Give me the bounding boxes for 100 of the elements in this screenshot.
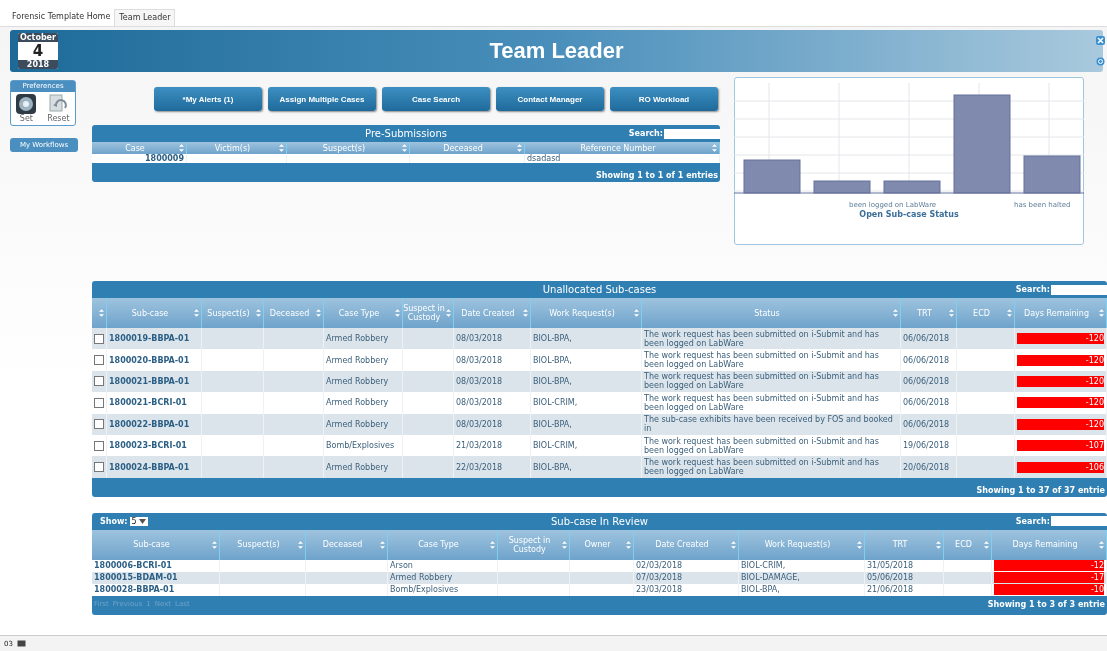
sub-case-link[interactable]: 1800024-BBPA-01 bbox=[107, 456, 202, 478]
column-header[interactable]: Work Request(s) bbox=[739, 529, 865, 560]
close-icon[interactable] bbox=[1096, 36, 1105, 45]
column-header[interactable]: Case Type bbox=[388, 529, 498, 560]
sort-icon[interactable] bbox=[1099, 540, 1104, 549]
calendar-month: October bbox=[18, 33, 58, 42]
sort-icon[interactable] bbox=[256, 309, 261, 317]
sort-icon[interactable] bbox=[316, 309, 321, 317]
row-checkbox[interactable] bbox=[94, 419, 104, 430]
column-header[interactable]: Date Created bbox=[634, 529, 739, 560]
sort-icon[interactable] bbox=[731, 540, 736, 549]
table-cell: 06/06/2018 bbox=[901, 392, 957, 414]
column-header[interactable]: TRT bbox=[865, 529, 944, 560]
page-size-select[interactable]: 5 bbox=[129, 516, 148, 526]
sort-icon[interactable] bbox=[517, 144, 522, 152]
chart-bar bbox=[813, 180, 871, 194]
sort-icon[interactable] bbox=[626, 540, 631, 549]
sort-icon[interactable] bbox=[1007, 309, 1012, 317]
sort-icon[interactable] bbox=[984, 540, 989, 549]
entries-summary: Showing 1 to 3 of 3 entrie bbox=[987, 599, 1105, 609]
sort-icon[interactable] bbox=[949, 309, 954, 317]
table-cell: Armed Robbery bbox=[388, 571, 498, 584]
disc-icon bbox=[16, 94, 37, 114]
action-button[interactable]: Assign Multiple Cases bbox=[268, 87, 376, 111]
search-field[interactable] bbox=[1051, 516, 1107, 527]
sort-icon[interactable] bbox=[857, 540, 862, 549]
monitor-icon bbox=[16, 639, 26, 648]
column-header[interactable]: Sub-case bbox=[92, 529, 220, 560]
page-tab[interactable]: Team Leader bbox=[114, 9, 176, 26]
chart-bar bbox=[1023, 155, 1081, 194]
sort-icon[interactable] bbox=[893, 309, 898, 317]
sort-icon[interactable] bbox=[298, 540, 303, 549]
table-cell: BIOL-BPA, bbox=[531, 413, 642, 435]
page-tab[interactable]: Forensic Template Home bbox=[8, 9, 115, 26]
column-header[interactable]: ECD bbox=[944, 529, 992, 560]
chart-title: Open Sub-case Status bbox=[859, 210, 959, 219]
table-cell: dsadasd bbox=[525, 154, 720, 163]
table-cell: 07/03/2018 bbox=[634, 571, 739, 584]
search-label: Search: bbox=[1015, 516, 1050, 526]
table-cell: BIOL-CRIM, bbox=[739, 559, 865, 572]
search-field[interactable] bbox=[1051, 284, 1107, 295]
column-header[interactable]: Owner bbox=[570, 529, 634, 560]
sub-case-link[interactable]: 1800021-BCRI-01 bbox=[107, 392, 202, 414]
table-cell: 08/03/2018 bbox=[454, 392, 531, 414]
sort-icon[interactable] bbox=[634, 309, 639, 317]
sort-icon[interactable] bbox=[179, 144, 184, 152]
table-cell: BIOL-DAMAGE, bbox=[739, 571, 865, 584]
sort-icon[interactable] bbox=[936, 540, 941, 549]
sort-icon[interactable] bbox=[395, 309, 400, 317]
table-cell: Arson bbox=[388, 559, 498, 572]
row-checkbox[interactable] bbox=[94, 333, 104, 344]
calendar-year: 2018 bbox=[18, 60, 58, 69]
table-cell: 1800009 bbox=[92, 154, 187, 163]
column-header[interactable]: Days Remaining bbox=[992, 529, 1107, 560]
sub-case-link[interactable]: 1800006-BCRI-01 bbox=[92, 559, 220, 572]
action-button[interactable]: *My Alerts (1) bbox=[154, 87, 262, 111]
set-button[interactable]: Set bbox=[16, 94, 37, 123]
table-cell: 02/03/2018 bbox=[634, 559, 739, 572]
row-checkbox[interactable] bbox=[94, 440, 104, 451]
sort-icon[interactable] bbox=[380, 540, 385, 549]
sort-icon[interactable] bbox=[279, 144, 284, 152]
sort-icon[interactable] bbox=[562, 540, 567, 549]
sort-icon[interactable] bbox=[402, 144, 407, 152]
search-field[interactable] bbox=[664, 128, 720, 139]
sort-icon[interactable] bbox=[99, 309, 104, 317]
entries-summary: Showing 1 to 1 of 1 entries bbox=[595, 171, 718, 180]
table-cell: Armed Robbery bbox=[324, 349, 403, 371]
sort-icon[interactable] bbox=[446, 309, 451, 317]
sort-icon[interactable] bbox=[712, 144, 717, 152]
sort-icon[interactable] bbox=[194, 309, 199, 317]
row-checkbox[interactable] bbox=[94, 376, 104, 387]
days-remaining-indicator: -120 bbox=[1017, 397, 1104, 409]
caret-icon bbox=[138, 518, 146, 524]
column-header[interactable]: Deceased bbox=[306, 529, 388, 560]
column-header[interactable]: Suspect in Custody bbox=[498, 529, 570, 560]
action-button[interactable]: RO Workload bbox=[610, 87, 718, 111]
days-remaining-indicator: -120 bbox=[1017, 375, 1104, 387]
sub-case-link[interactable]: 1800020-BBPA-01 bbox=[107, 349, 202, 371]
action-button[interactable]: Case Search bbox=[382, 87, 490, 111]
row-checkbox[interactable] bbox=[94, 397, 104, 408]
sort-icon[interactable] bbox=[490, 540, 495, 549]
table-cell: The work request has been submitted on i-Submit and has been logged on LabWare bbox=[642, 456, 901, 478]
sub-case-link[interactable]: 1800028-BBPA-01 bbox=[92, 583, 220, 596]
table-cell: Armed Robbery bbox=[324, 413, 403, 435]
action-button[interactable]: Contact Manager bbox=[496, 87, 604, 111]
refresh-icon[interactable] bbox=[1096, 57, 1105, 66]
table-cell: The sub-case exhibits have been received by FOS and booked in bbox=[642, 413, 901, 435]
sort-icon[interactable] bbox=[212, 540, 217, 549]
sort-icon[interactable] bbox=[1099, 309, 1104, 317]
table-cell: The work request has been submitted on i-Submit and has been logged on LabWare bbox=[642, 392, 901, 414]
reset-button[interactable]: Reset bbox=[47, 94, 70, 123]
sub-case-link[interactable]: 1800022-BBPA-01 bbox=[107, 413, 202, 435]
sub-case-link[interactable]: 1800015-BDAM-01 bbox=[92, 571, 220, 584]
column-header[interactable]: Suspect(s) bbox=[220, 529, 306, 560]
sort-icon[interactable] bbox=[523, 309, 528, 317]
row-checkbox[interactable] bbox=[94, 462, 104, 473]
days-remaining-indicator: -10 bbox=[994, 584, 1104, 596]
calendar-day: 4 bbox=[32, 42, 44, 60]
days-remaining-indicator: -120 bbox=[1017, 354, 1104, 366]
row-checkbox[interactable] bbox=[94, 355, 104, 366]
